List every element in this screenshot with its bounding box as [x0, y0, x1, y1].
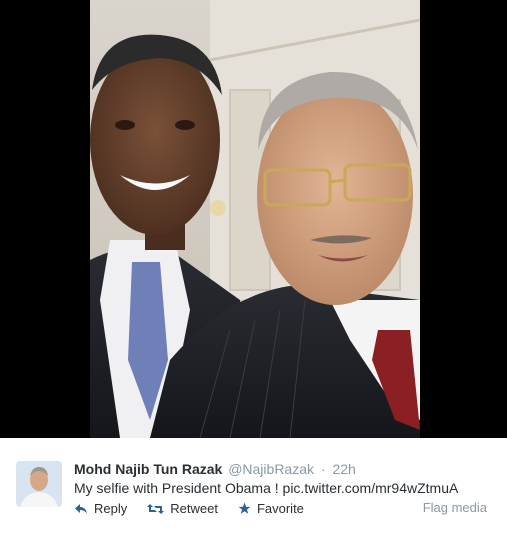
tweet-header: Mohd Najib Tun Razak @NajibRazak · 22h	[74, 460, 356, 478]
tweet-media-photo[interactable]	[0, 0, 507, 438]
retweet-icon	[147, 503, 165, 514]
user-full-name[interactable]: Mohd Najib Tun Razak	[74, 461, 222, 477]
profile-photo	[16, 461, 62, 507]
reply-arrow-icon	[75, 503, 87, 514]
tweet-text: My selfie with President Obama ! pic.twi…	[74, 479, 458, 497]
favorite-label: Favorite	[256, 501, 304, 516]
flag-media-link[interactable]: Flag media	[423, 500, 487, 515]
reply-label: Reply	[94, 501, 128, 516]
header-separator: ·	[320, 461, 326, 477]
tweet-timestamp[interactable]: 22h	[332, 461, 355, 477]
tweet-text-body: My selfie with President Obama !	[74, 480, 283, 496]
tweet-card: Mohd Najib Tun Razak @NajibRazak · 22h M…	[0, 438, 507, 536]
retweet-button[interactable]: Retweet	[147, 501, 218, 516]
retweet-label: Retweet	[170, 501, 218, 516]
star-icon	[238, 502, 251, 514]
favorite-button[interactable]: Favorite	[238, 501, 304, 516]
media-link[interactable]: pic.twitter.com/mr94wZtmuA	[283, 480, 459, 496]
reply-button[interactable]: Reply	[74, 501, 127, 516]
tweet-actions: Reply Retweet Favorite	[74, 501, 324, 516]
avatar[interactable]	[16, 461, 62, 507]
selfie-photo	[0, 0, 507, 438]
user-handle[interactable]: @NajibRazak	[228, 461, 314, 477]
